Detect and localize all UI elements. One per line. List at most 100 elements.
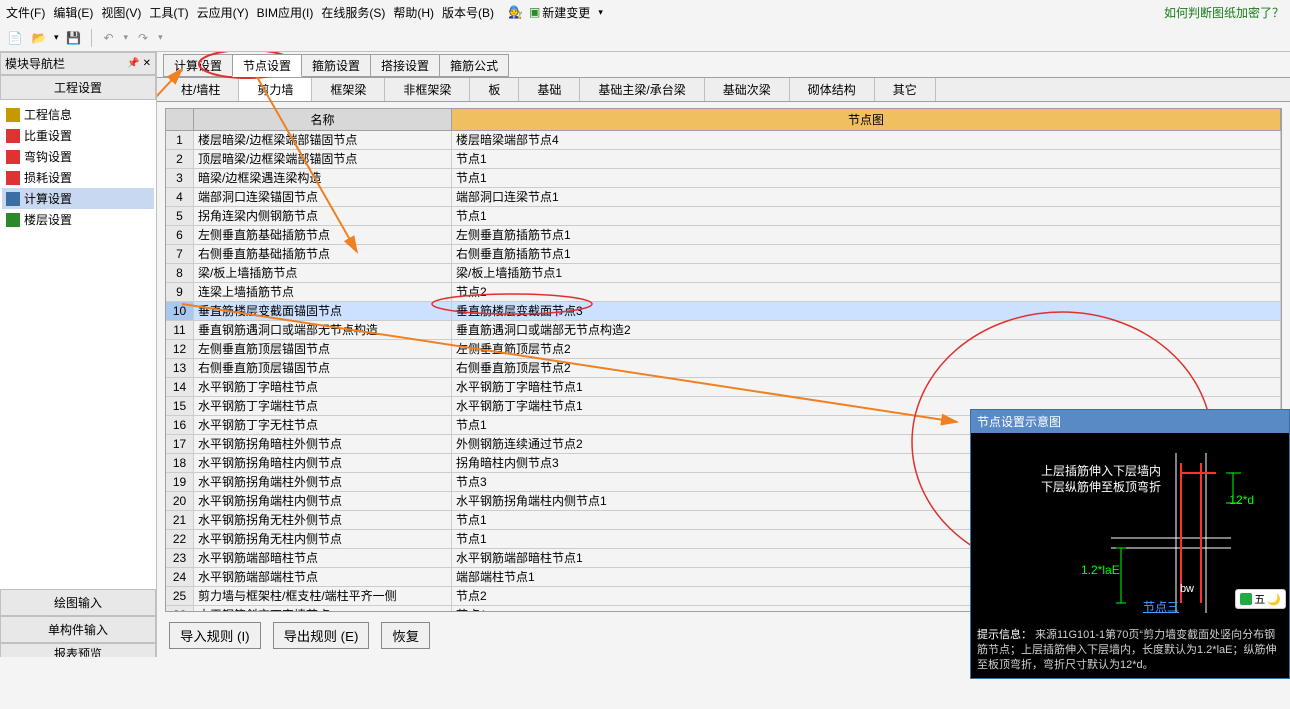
table-node-cell[interactable]: 右侧垂直筋顶层节点2 [452,359,1281,378]
nav-item-5[interactable]: 楼层设置 [2,209,154,230]
table-node-cell[interactable]: 节点1 [452,169,1281,188]
menu-file[interactable]: 文件(F) [6,4,45,21]
menu-view[interactable]: 视图(V) [101,4,141,21]
table-name-cell[interactable]: 梁/板上墙插筋节点 [194,264,452,283]
menu-edit[interactable]: 编辑(E) [53,4,93,21]
tab-sec-3[interactable]: 非框架梁 [385,78,470,101]
bottom-btn-single[interactable]: 单构件输入 [0,616,156,643]
table-name-cell[interactable]: 水平钢筋斜交丁字墙节点 [194,606,452,612]
table-name-cell[interactable]: 水平钢筋拐角端柱外侧节点 [194,473,452,492]
menu-cloud[interactable]: 云应用(Y) [197,4,249,21]
tab-top-3[interactable]: 搭接设置 [370,54,440,77]
tab-sec-9[interactable]: 其它 [875,78,936,101]
table-node-cell[interactable]: 右侧垂直筋插筋节点1 [452,245,1281,264]
table-node-cell[interactable]: 左侧垂直筋顶层节点2 [452,340,1281,359]
table-name-cell[interactable]: 水平钢筋拐角暗柱外侧节点 [194,435,452,454]
table-rownum[interactable]: 14 [166,378,194,397]
table-name-cell[interactable]: 左侧垂直筋基础插筋节点 [194,226,452,245]
tab-sec-8[interactable]: 砌体结构 [790,78,875,101]
menu-tools[interactable]: 工具(T) [149,4,188,21]
table-name-cell[interactable]: 右侧垂直筋顶层锚固节点 [194,359,452,378]
table-rownum[interactable]: 24 [166,568,194,587]
table-rownum[interactable]: 13 [166,359,194,378]
table-name-cell[interactable]: 垂直筋楼层变截面锚固节点 [194,302,452,321]
table-name-cell[interactable]: 水平钢筋拐角暗柱内侧节点 [194,454,452,473]
table-node-cell[interactable]: 端部洞口连梁节点1 [452,188,1281,207]
nav-item-1[interactable]: 比重设置 [2,125,154,146]
bottom-btn-report[interactable]: 报表预览 [0,643,156,657]
restore-button[interactable]: 恢复 [381,622,430,649]
table-rownum[interactable]: 17 [166,435,194,454]
table-node-cell[interactable]: 垂直筋遇洞口或端部无节点构造2 [452,321,1281,340]
bottom-btn-draw[interactable]: 绘图输入 [0,589,156,616]
table-node-cell[interactable]: 梁/板上墙插筋节点1 [452,264,1281,283]
undo-icon[interactable]: ↶ [100,29,118,47]
table-name-cell[interactable]: 右侧垂直筋基础插筋节点 [194,245,452,264]
table-name-cell[interactable]: 水平钢筋端部暗柱节点 [194,549,452,568]
table-name-cell[interactable]: 楼层暗梁/边框梁端部锚固节点 [194,131,452,150]
preview-node-link[interactable]: 节点三 [1143,598,1179,615]
menu-online[interactable]: 在线服务(S) [321,4,385,21]
tab-top-4[interactable]: 箍筋公式 [439,54,509,77]
table-node-cell[interactable]: 节点1 [452,150,1281,169]
table-node-cell[interactable]: 垂直筋楼层变截面节点3 [452,302,1281,321]
nav-item-4[interactable]: 计算设置 [2,188,154,209]
menu-help[interactable]: 帮助(H) [393,4,434,21]
table-name-cell[interactable]: 暗梁/边框梁遇连梁构造 [194,169,452,188]
table-name-cell[interactable]: 拐角连梁内侧钢筋节点 [194,207,452,226]
table-rownum[interactable]: 7 [166,245,194,264]
redo-icon[interactable]: ↷ [134,29,152,47]
table-name-cell[interactable]: 垂直钢筋遇洞口或端部无节点构造 [194,321,452,340]
table-name-cell[interactable]: 剪力墙与框架柱/框支柱/端柱平齐一侧 [194,587,452,606]
menu-bim[interactable]: BIM应用(I) [257,4,314,21]
table-name-cell[interactable]: 水平钢筋丁字端柱节点 [194,397,452,416]
tab-sec-1[interactable]: 剪力墙 [239,78,312,101]
table-rownum[interactable]: 19 [166,473,194,492]
table-name-cell[interactable]: 端部洞口连梁锚固节点 [194,188,452,207]
tab-sec-7[interactable]: 基础次梁 [705,78,790,101]
new-change-button[interactable]: 新建变更 [542,4,590,21]
nav-item-0[interactable]: 工程信息 [2,104,154,125]
table-name-cell[interactable]: 水平钢筋端部端柱节点 [194,568,452,587]
table-rownum[interactable]: 2 [166,150,194,169]
ime-badge[interactable]: 五 🌙 [1235,589,1286,609]
table-name-cell[interactable]: 水平钢筋拐角端柱内侧节点 [194,492,452,511]
table-rownum[interactable]: 6 [166,226,194,245]
table-node-cell[interactable]: 楼层暗梁端部节点4 [452,131,1281,150]
tab-sec-2[interactable]: 框架梁 [312,78,385,101]
nav-item-3[interactable]: 损耗设置 [2,167,154,188]
table-name-cell[interactable]: 水平钢筋拐角无柱外侧节点 [194,511,452,530]
table-rownum[interactable]: 23 [166,549,194,568]
table-name-cell[interactable]: 左侧垂直筋顶层锚固节点 [194,340,452,359]
table-name-cell[interactable]: 水平钢筋丁字无柱节点 [194,416,452,435]
save-icon[interactable]: 💾 [65,29,83,47]
table-rownum[interactable]: 9 [166,283,194,302]
table-rownum[interactable]: 26 [166,606,194,612]
table-rownum[interactable]: 1 [166,131,194,150]
table-rownum[interactable]: 18 [166,454,194,473]
table-rownum[interactable]: 11 [166,321,194,340]
tab-top-0[interactable]: 计算设置 [163,54,233,77]
table-rownum[interactable]: 12 [166,340,194,359]
export-rule-button[interactable]: 导出规则 (E) [273,622,370,649]
tab-top-1[interactable]: 节点设置 [232,54,302,77]
table-rownum[interactable]: 5 [166,207,194,226]
table-rownum[interactable]: 25 [166,587,194,606]
tab-sec-6[interactable]: 基础主梁/承台梁 [580,78,704,101]
table-name-cell[interactable]: 连梁上墙插筋节点 [194,283,452,302]
tab-sec-0[interactable]: 柱/墙柱 [163,78,239,101]
tab-top-2[interactable]: 箍筋设置 [301,54,371,77]
table-node-cell[interactable]: 水平钢筋丁字暗柱节点1 [452,378,1281,397]
table-name-cell[interactable]: 水平钢筋丁字暗柱节点 [194,378,452,397]
table-rownum[interactable]: 22 [166,530,194,549]
table-name-cell[interactable]: 顶层暗梁/边框梁端部锚固节点 [194,150,452,169]
hint-link[interactable]: 如何判断图纸加密了？ [1164,4,1284,21]
menu-version[interactable]: 版本号(B) [442,4,494,21]
new-file-icon[interactable]: 📄 [6,29,24,47]
tab-sec-5[interactable]: 基础 [519,78,580,101]
import-rule-button[interactable]: 导入规则 (I) [169,622,261,649]
table-node-cell[interactable]: 节点1 [452,207,1281,226]
open-file-icon[interactable]: 📂 [30,29,48,47]
table-node-cell[interactable]: 节点2 [452,283,1281,302]
table-node-cell[interactable]: 左侧垂直筋插筋节点1 [452,226,1281,245]
